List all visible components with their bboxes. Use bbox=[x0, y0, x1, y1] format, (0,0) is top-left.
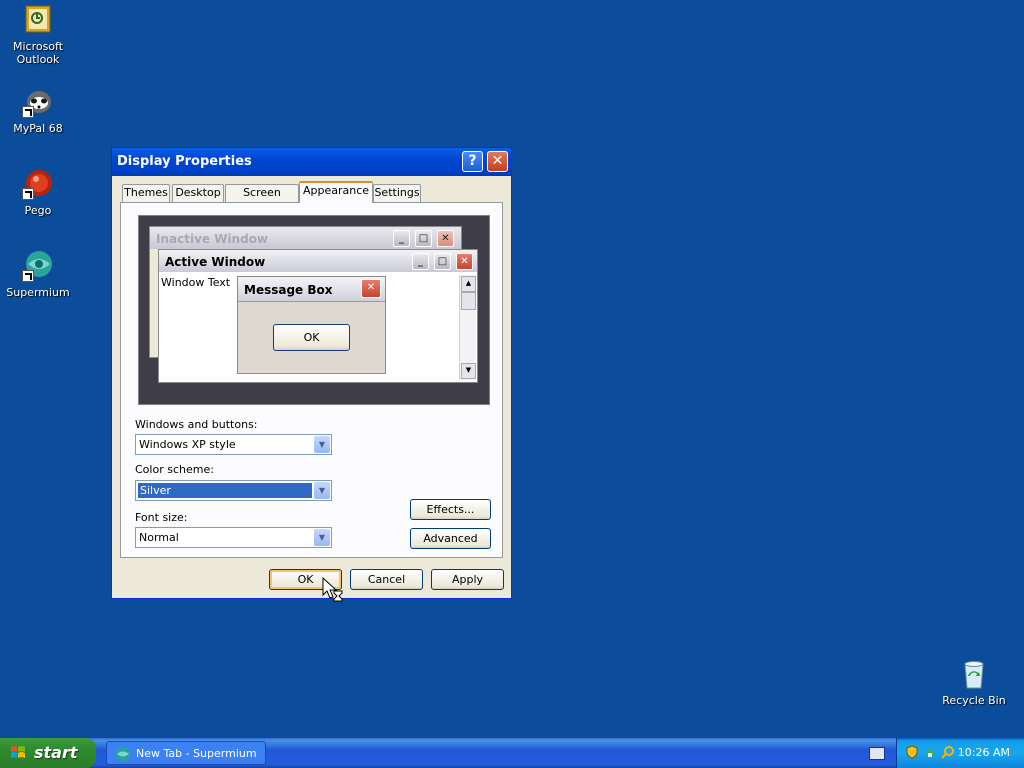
taskbar: start New Tab - Supermium 10:26 AM bbox=[0, 738, 1024, 768]
mouse-cursor-icon bbox=[322, 577, 343, 602]
windows-buttons-value: Windows XP style bbox=[139, 438, 236, 451]
color-scheme-label: Color scheme: bbox=[135, 463, 214, 476]
dialog-title: Display Properties bbox=[117, 154, 252, 169]
preview-scrollbar: ▲ ▼ bbox=[459, 275, 476, 380]
taskbar-item-label: New Tab - Supermium bbox=[136, 747, 257, 760]
tab-appearance[interactable]: Appearance bbox=[299, 181, 373, 203]
network-icon[interactable] bbox=[923, 745, 937, 759]
outlook-icon bbox=[22, 4, 54, 36]
message-box-ok-button: OK bbox=[273, 324, 350, 351]
desktop-icon-recycle-bin[interactable]: Recycle Bin bbox=[936, 658, 1012, 707]
chevron-down-icon[interactable]: ▼ bbox=[314, 436, 330, 453]
desktop-icon-supermium[interactable]: Supermium bbox=[0, 250, 76, 299]
message-box-titlebar: Message Box ✕ bbox=[238, 277, 385, 302]
tab-desktop[interactable]: Desktop bbox=[172, 184, 224, 202]
security-shield-icon[interactable] bbox=[905, 745, 919, 759]
tab-settings[interactable]: Settings bbox=[373, 184, 421, 202]
effects-button[interactable]: Effects... bbox=[410, 499, 491, 520]
windows-buttons-label: Windows and buttons: bbox=[135, 418, 258, 431]
pego-icon bbox=[22, 168, 54, 200]
windows-flag-icon bbox=[11, 746, 25, 758]
font-size-value: Normal bbox=[139, 531, 179, 544]
close-icon: ✕ bbox=[361, 279, 381, 298]
supermium-icon bbox=[116, 747, 130, 761]
start-label: start bbox=[34, 743, 78, 762]
shortcut-arrow-icon bbox=[22, 270, 34, 282]
close-icon: ✕ bbox=[491, 153, 504, 169]
chevron-down-icon[interactable]: ▼ bbox=[314, 482, 330, 499]
desktop-icon-label: Pego bbox=[24, 204, 52, 217]
chevron-down-icon[interactable]: ▼ bbox=[314, 529, 330, 546]
preview-message-box: Message Box ✕ OK bbox=[237, 276, 386, 374]
preview-active-titlebar: Active Window _ □ ✕ bbox=[159, 250, 477, 272]
desktop-icon-pego[interactable]: Pego bbox=[0, 168, 76, 217]
apply-button[interactable]: Apply bbox=[431, 569, 504, 590]
message-box-title: Message Box bbox=[244, 283, 333, 297]
shortcut-arrow-icon bbox=[22, 106, 34, 118]
desktop-icon-label: Supermium bbox=[6, 286, 70, 299]
preview-inactive-title: Inactive Window bbox=[156, 232, 269, 246]
appearance-tab-panel: Inactive Window _ □ ✕ Active Window _ □ … bbox=[120, 202, 503, 558]
advanced-button[interactable]: Advanced bbox=[410, 528, 491, 549]
help-button[interactable]: ? bbox=[462, 151, 483, 172]
cancel-button[interactable]: Cancel bbox=[350, 569, 423, 590]
scroll-up-icon: ▲ bbox=[461, 276, 476, 292]
supermium-icon bbox=[22, 250, 54, 282]
tab-screen-saver[interactable]: Screen Saver bbox=[225, 184, 299, 215]
shortcut-arrow-icon bbox=[22, 188, 34, 200]
desktop-icon-label: MyPal 68 bbox=[13, 122, 63, 135]
close-icon: ✕ bbox=[437, 230, 454, 247]
question-mark-icon: ? bbox=[468, 153, 477, 169]
system-tray: 10:26 AM bbox=[896, 738, 1024, 768]
mypal-raccoon-icon bbox=[22, 86, 54, 118]
maximize-icon: □ bbox=[434, 253, 451, 270]
keyboard-layout-icon[interactable] bbox=[869, 747, 885, 760]
windows-buttons-select[interactable]: Windows XP style ▼ bbox=[135, 434, 332, 455]
preview-inactive-titlebar: Inactive Window _ □ ✕ bbox=[150, 227, 461, 249]
font-size-label: Font size: bbox=[135, 511, 188, 524]
taskbar-item-supermium[interactable]: New Tab - Supermium bbox=[106, 741, 266, 765]
desktop-icon-label: Recycle Bin bbox=[942, 694, 1006, 707]
tab-themes[interactable]: Themes bbox=[122, 184, 170, 202]
start-button[interactable]: start bbox=[0, 738, 96, 768]
desktop-icon-label: Microsoft Outlook bbox=[12, 40, 64, 66]
close-icon: ✕ bbox=[456, 253, 473, 270]
scroll-thumb bbox=[461, 292, 476, 310]
preview-window-text: Window Text bbox=[161, 276, 231, 289]
color-scheme-value: Silver bbox=[137, 482, 313, 499]
recycle-bin-icon bbox=[958, 658, 990, 690]
preview-active-window: Active Window _ □ ✕ Window Text ▲ ▼ Mess… bbox=[158, 249, 478, 383]
color-scheme-select[interactable]: Silver ▼ bbox=[135, 480, 332, 501]
clock: 10:26 AM bbox=[957, 746, 1010, 759]
minimize-icon: _ bbox=[393, 230, 410, 247]
desktop-icon-outlook[interactable]: Microsoft Outlook bbox=[0, 4, 76, 66]
display-properties-dialog: Display Properties ? ✕ Themes Desktop Sc… bbox=[111, 147, 512, 599]
search-icon[interactable] bbox=[941, 745, 955, 759]
desktop-icon-mypal[interactable]: MyPal 68 bbox=[0, 86, 76, 135]
preview-active-title: Active Window bbox=[165, 255, 266, 269]
appearance-preview: Inactive Window _ □ ✕ Active Window _ □ … bbox=[138, 215, 490, 405]
font-size-select[interactable]: Normal ▼ bbox=[135, 527, 332, 548]
maximize-icon: □ bbox=[415, 230, 432, 247]
scroll-down-icon: ▼ bbox=[461, 363, 476, 379]
close-button[interactable]: ✕ bbox=[487, 151, 508, 172]
dialog-titlebar[interactable]: Display Properties ? ✕ bbox=[112, 148, 511, 176]
minimize-icon: _ bbox=[412, 253, 429, 270]
